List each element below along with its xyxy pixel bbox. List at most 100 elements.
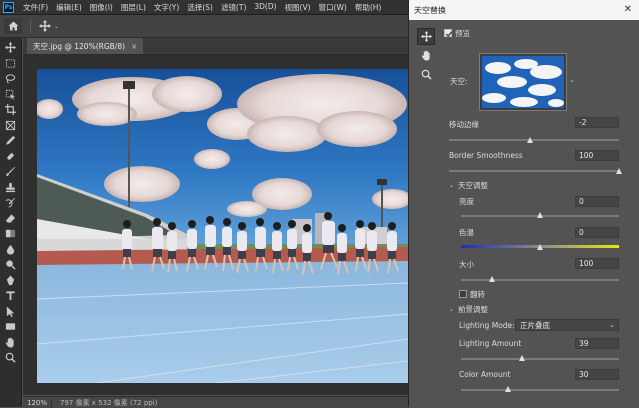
home-icon [8, 21, 18, 31]
sky-adjustments-section[interactable]: ⌄ 天空调整 [449, 180, 488, 191]
menu-item[interactable]: 图层(L) [117, 2, 150, 13]
color-amount-track[interactable] [461, 389, 619, 391]
lighting-amount-label: Lighting Amount [459, 339, 522, 348]
brush-icon [6, 167, 16, 177]
brush-tool-button[interactable] [3, 164, 19, 180]
clone-stamp-tool-button[interactable] [3, 180, 19, 196]
sky-photo-image[interactable] [37, 69, 408, 383]
object-select-icon [5, 89, 16, 100]
lighting-amount-track[interactable] [461, 358, 619, 360]
lasso-tool-button[interactable] [3, 71, 19, 87]
sky-move-tool-button[interactable] [417, 28, 435, 45]
shift-edge-label: 移动边缘 [449, 120, 479, 129]
border-smoothness-slider[interactable] [615, 168, 622, 174]
eyedropper-tool-button[interactable] [3, 133, 19, 149]
history-brush-tool-button[interactable] [3, 195, 19, 211]
dialog-tools [417, 28, 437, 85]
hand-icon [5, 337, 14, 348]
move-tool-button[interactable] [3, 40, 19, 56]
scale-slider[interactable] [489, 276, 496, 282]
photoshop-logo-icon: Ps [3, 1, 14, 13]
scale-input[interactable]: 100 [575, 258, 619, 269]
brightness-input[interactable]: 0 [575, 196, 619, 207]
move-tool-options-button[interactable]: ⌄ [39, 20, 59, 32]
menu-item[interactable]: 图像(I) [86, 2, 117, 13]
color-amount-label: Color Amount [459, 370, 511, 379]
shift-edge-track[interactable] [449, 139, 619, 141]
dialog-title-bar[interactable]: 天空替换 ✕ [409, 0, 639, 20]
menu-item[interactable]: 编辑(E) [52, 2, 86, 13]
temperature-input[interactable]: 0 [575, 227, 619, 238]
type-icon [6, 291, 15, 301]
sky-zoom-icon [421, 69, 432, 80]
preview-checkbox[interactable] [444, 29, 453, 37]
sky-preset-thumbnail[interactable]: ⌄ [479, 53, 575, 111]
shift-edge-slider[interactable] [527, 137, 534, 143]
document-tab[interactable]: 天空.jpg @ 120%(RGB/8) × [27, 38, 144, 54]
canvas-area[interactable] [23, 55, 408, 395]
pen-tool-button[interactable] [3, 273, 19, 289]
foreground-adjustments-section[interactable]: ⌄ 前景调整 [449, 304, 488, 315]
flip-checkbox[interactable] [459, 290, 467, 298]
rectangle-tool-button[interactable] [3, 319, 19, 335]
type-tool-button[interactable] [3, 288, 19, 304]
dodge-tool-button[interactable] [3, 257, 19, 273]
frame-tool-button[interactable] [3, 118, 19, 134]
menu-item[interactable]: 选择(S) [183, 2, 217, 13]
lighting-amount-slider[interactable] [519, 355, 526, 361]
zoom-tool-button[interactable] [3, 350, 19, 366]
zoom-level[interactable]: 120% [23, 398, 52, 407]
close-icon[interactable]: × [131, 42, 137, 51]
object-select-tool-button[interactable] [3, 87, 19, 103]
eyedropper-icon [6, 136, 16, 145]
lighting-mode-select[interactable]: 正片叠底 ⌄ [515, 319, 619, 331]
blur-tool-button[interactable] [3, 242, 19, 258]
status-bar: 120% 797 像素 x 532 像素 (72 ppi) [23, 396, 408, 408]
lighting-mode-value: 正片叠底 [520, 320, 550, 330]
dialog-close-icon[interactable]: ✕ [624, 4, 632, 15]
chevron-down-icon[interactable]: ⌄ [569, 76, 575, 84]
menu-item[interactable]: 文字(Y) [150, 2, 183, 13]
tools-panel [0, 38, 22, 407]
sky-hand-tool-button[interactable] [417, 47, 435, 64]
menu-item[interactable]: 滤镜(T) [217, 2, 250, 13]
gradient-icon [5, 230, 16, 238]
temperature-slider[interactable] [536, 244, 543, 250]
pen-icon [6, 275, 15, 285]
sky-zoom-tool-button[interactable] [417, 66, 435, 83]
rectangle-icon [5, 323, 16, 330]
dialog-title: 天空替换 [414, 5, 446, 15]
chevron-down-icon: ⌄ [609, 321, 615, 329]
home-button[interactable] [4, 18, 22, 34]
menu-item[interactable]: 窗口(W) [315, 2, 351, 13]
marquee-tool-button[interactable] [3, 56, 19, 72]
gradient-tool-button[interactable] [3, 226, 19, 242]
checkmark-icon [445, 31, 453, 37]
menu-item[interactable]: 视图(V) [281, 2, 315, 13]
marquee-icon [5, 59, 16, 68]
shift-edge-input[interactable]: -2 [575, 117, 619, 128]
eraser-tool-button[interactable] [3, 211, 19, 227]
dodge-icon [6, 260, 16, 270]
menu-item[interactable]: 文件(F) [19, 2, 52, 13]
scale-label: 大小 [459, 260, 474, 269]
sky-hand-icon [421, 50, 430, 61]
border-smoothness-input[interactable]: 100 [575, 150, 619, 161]
menu-item[interactable]: 3D(D) [250, 2, 280, 13]
healing-brush-tool-button[interactable] [3, 149, 19, 165]
hand-tool-button[interactable] [3, 335, 19, 351]
lighting-amount-input[interactable]: 39 [575, 338, 619, 349]
menu-item[interactable]: 帮助(H) [351, 2, 386, 13]
brightness-slider[interactable] [536, 212, 543, 218]
color-amount-input[interactable]: 30 [575, 369, 619, 380]
color-amount-slider[interactable] [504, 386, 511, 392]
eraser-icon [5, 214, 16, 223]
scale-track[interactable] [461, 279, 619, 281]
clone-stamp-icon [5, 182, 16, 192]
path-select-tool-button[interactable] [3, 304, 19, 320]
crop-tool-button[interactable] [3, 102, 19, 118]
path-select-icon [6, 306, 15, 317]
border-smoothness-track[interactable] [449, 170, 619, 172]
document-info[interactable]: 797 像素 x 532 像素 (72 ppi) [52, 398, 157, 408]
sky-move-icon [420, 31, 432, 42]
